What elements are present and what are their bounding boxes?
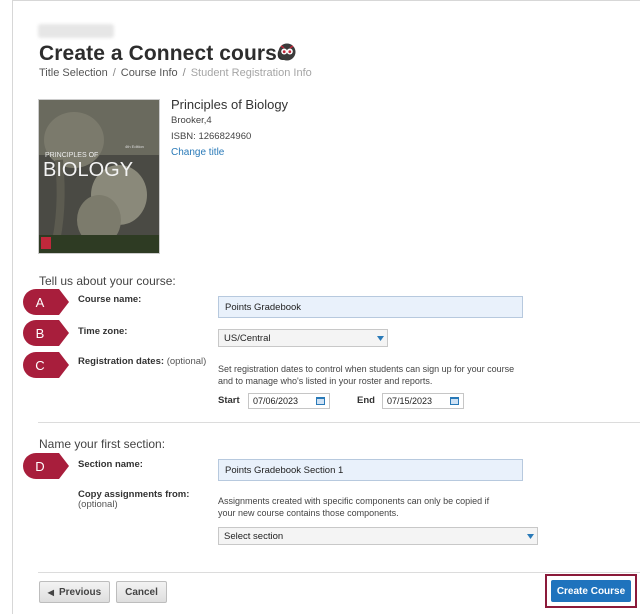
svg-text:PRINCIPLES OF: PRINCIPLES OF bbox=[45, 152, 98, 159]
cancel-button[interactable]: Cancel bbox=[116, 581, 167, 603]
chevron-down-icon bbox=[373, 330, 387, 346]
create-course-highlight: Create Course bbox=[545, 574, 637, 608]
section-name-input[interactable]: Points Gradebook Section 1 bbox=[218, 459, 523, 481]
end-date-input[interactable]: 07/15/2023 bbox=[382, 393, 464, 409]
svg-text:B: B bbox=[36, 326, 45, 341]
calendar-icon[interactable] bbox=[316, 397, 325, 405]
badge-d: D bbox=[23, 453, 69, 479]
badge-c: C bbox=[23, 352, 69, 378]
book-isbn: ISBN: 1266824960 bbox=[171, 131, 252, 142]
end-date-label: End bbox=[357, 395, 375, 406]
course-section-heading: Tell us about your course: bbox=[39, 274, 176, 288]
section-name-label: Section name: bbox=[78, 459, 143, 470]
copy-assignments-help: Assignments created with specific compon… bbox=[218, 496, 490, 518]
svg-text:D: D bbox=[35, 459, 44, 474]
breadcrumb-title-selection[interactable]: Title Selection bbox=[39, 67, 108, 79]
blurred-header-text bbox=[38, 24, 114, 38]
owl-icon bbox=[278, 43, 296, 61]
time-zone-value: US/Central bbox=[224, 333, 271, 344]
previous-button[interactable]: ◀ Previous bbox=[39, 581, 110, 603]
registration-dates-label: Registration dates: (optional) bbox=[78, 356, 207, 367]
course-name-input[interactable]: Points Gradebook bbox=[218, 296, 523, 318]
badge-b: B bbox=[23, 320, 69, 346]
first-section-heading: Name your first section: bbox=[39, 437, 166, 451]
book-title: Principles of Biology bbox=[171, 97, 289, 112]
footer-divider bbox=[38, 572, 640, 573]
chevron-left-icon: ◀ bbox=[47, 587, 54, 597]
change-title-link[interactable]: Change title bbox=[171, 147, 224, 158]
book-author: Brooker,4 bbox=[171, 115, 212, 126]
breadcrumb-course-info[interactable]: Course Info bbox=[121, 67, 178, 79]
copy-section-value: Select section bbox=[224, 531, 284, 542]
svg-text:C: C bbox=[35, 358, 44, 373]
time-zone-select[interactable]: US/Central bbox=[218, 329, 388, 347]
start-date-input[interactable]: 07/06/2023 bbox=[248, 393, 330, 409]
copy-section-select[interactable]: Select section bbox=[218, 527, 538, 545]
svg-text:A: A bbox=[36, 295, 45, 310]
breadcrumb: Title Selection / Course Info / Student Regi… bbox=[39, 67, 312, 79]
copy-assignments-label: Copy assignments from: (optional) bbox=[78, 489, 190, 510]
start-date-label: Start bbox=[218, 395, 240, 406]
chevron-down-icon bbox=[523, 528, 537, 544]
course-name-label: Course name: bbox=[78, 294, 142, 305]
page-title: Create a Connect course bbox=[39, 42, 289, 65]
svg-text:4th Edition: 4th Edition bbox=[125, 144, 144, 149]
time-zone-label: Time zone: bbox=[78, 326, 128, 337]
registration-dates-help: Set registration dates to control when s… bbox=[218, 364, 515, 386]
book-cover-image: PRINCIPLES OF BIOLOGY 4th Edition bbox=[38, 99, 160, 254]
cover-title-text: BIOLOGY bbox=[43, 159, 133, 181]
badge-a: A bbox=[23, 289, 69, 315]
divider bbox=[38, 422, 640, 423]
breadcrumb-student-registration: Student Registration Info bbox=[190, 67, 312, 79]
create-course-button[interactable]: Create Course bbox=[551, 580, 631, 602]
calendar-icon[interactable] bbox=[450, 397, 459, 405]
